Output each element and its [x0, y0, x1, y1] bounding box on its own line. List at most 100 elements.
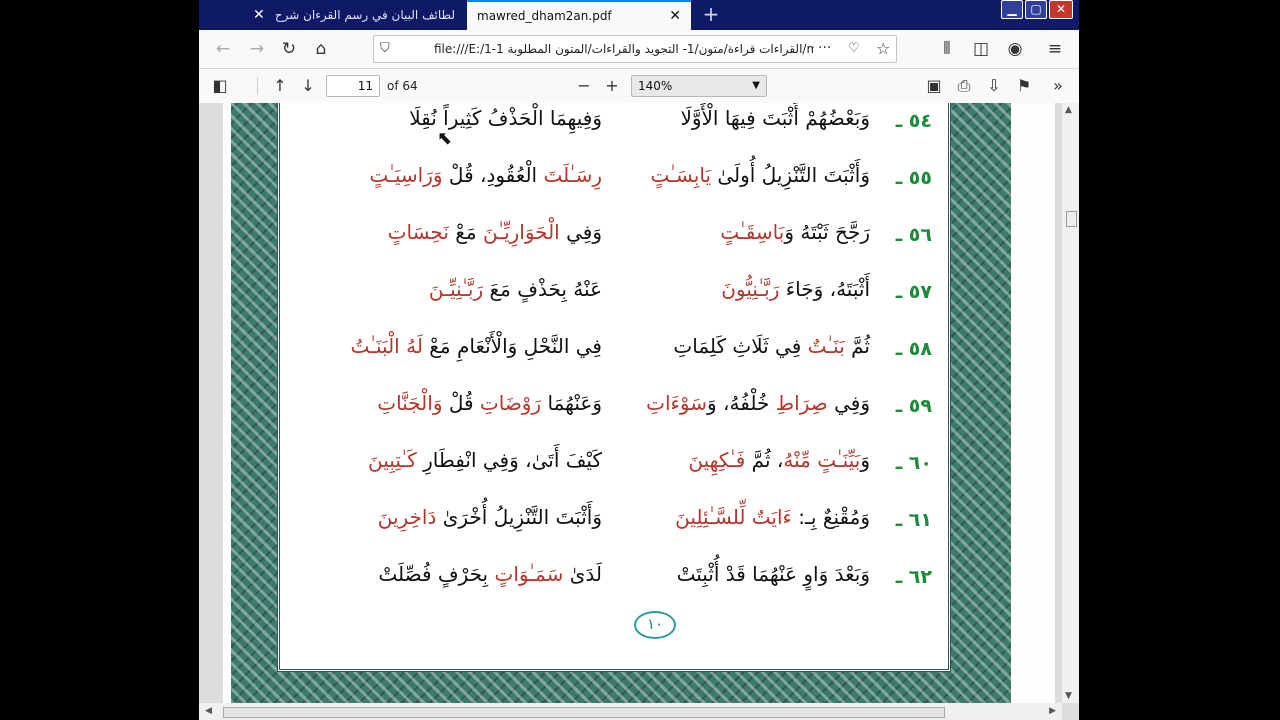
- scroll-thumb[interactable]: [1066, 211, 1077, 227]
- verse-text: وَبَعْضُهُمْ أَثْبَتَ فِيهَا الْأَوَّلَا: [680, 106, 870, 130]
- shield-icon[interactable]: ⛉: [380, 41, 390, 56]
- verse-first-hemistich: وَمُقْنِعٌ بِـ: ءَايَتٌ لِّلسَّـٰئِلِينَ: [630, 505, 870, 529]
- library-icon[interactable]: ⫴: [933, 36, 961, 62]
- browser-window: لطائف البيان في رسم القرءان شرح مورد ✕ m…: [199, 0, 1079, 720]
- home-icon[interactable]: ⌂: [307, 36, 335, 62]
- presentation-mode-icon[interactable]: ▣: [921, 73, 947, 99]
- verse-text: قُلْ: [442, 391, 480, 415]
- zoom-value: 140%: [638, 79, 673, 93]
- pocket-icon[interactable]: ♡: [848, 41, 860, 56]
- verse-line: ٦١ ـ وَمُقْنِعٌ بِـ: ءَايَتٌ لِّلسَّـٰئِل…: [280, 505, 948, 545]
- tab-mawred-pdf[interactable]: mawred_dham2an.pdf ✕: [467, 0, 691, 30]
- zoom-in-plus-icon[interactable]: +: [599, 73, 625, 99]
- highlighted-word: رَبَّـٰنِيُّونَ: [721, 277, 780, 301]
- sidebar-toggle-icon[interactable]: ◧: [207, 73, 233, 99]
- verse-second-hemistich: وَأَثْبَتَ التَّنْزِيلُ أُخْرَىٰ دَاخِرِ…: [340, 505, 602, 529]
- navigation-toolbar: ← → ↻ ⌂ ⛉ file:///E:/1-1 القراءات قراءة/…: [199, 30, 1079, 69]
- verse-first-hemistich: رَجَّحَ ثَبْتَهُ وَبَاسِقَـٰتٍ: [630, 220, 870, 244]
- highlighted-word: بَيِّنَـٰتٍ مِّنْهُ: [783, 448, 861, 472]
- forward-arrow-icon[interactable]: →: [243, 36, 271, 62]
- verse-second-hemistich: لَدَىٰ سَمَـٰوَاتٍ بِحَرْفٍ فُصِّلَتْ: [340, 562, 602, 586]
- account-icon[interactable]: ◉: [1001, 36, 1029, 62]
- scroll-up-arrow-icon[interactable]: ▲: [1065, 105, 1072, 115]
- page-number-badge: ١٠: [634, 611, 676, 639]
- scroll-right-arrow-icon[interactable]: ▶: [1049, 706, 1056, 716]
- verse-line: ٥٥ ـ وَأَثْبَتَ التَّنْزِيلُ أُولَىٰ يَاب…: [280, 163, 948, 203]
- tab-label: لطائف البيان في رسم القرءان شرح مورد: [273, 8, 455, 22]
- verse-text: وَأَثْبَتَ التَّنْزِيلُ أُولَىٰ: [711, 163, 870, 187]
- highlighted-word: صِرَاطِ: [775, 391, 828, 415]
- verse-first-hemistich: وَبَيِّنَـٰتٍ مِّنْهُ، ثُمَّ فَـٰكِهِينَ: [630, 448, 870, 472]
- verse-second-hemistich: وَعَنْهُمَا رَوْضَاتِ قُلْ وَالْجَنَّاتِ: [340, 391, 602, 415]
- page-number-input[interactable]: 11: [326, 75, 380, 97]
- vertical-scrollbar[interactable]: ▲ ▼: [1062, 103, 1079, 703]
- tab-lataif-albayan[interactable]: لطائف البيان في رسم القرءان شرح مورد ✕: [243, 0, 465, 30]
- highlighted-word: دَاخِرِينَ: [377, 505, 437, 529]
- chevron-down-icon: ▼: [752, 80, 760, 91]
- verse-number: ٦٢ ـ: [895, 566, 932, 588]
- verse-number: ٦١ ـ: [895, 509, 932, 531]
- url-bar[interactable]: ⛉ file:///E:/1-1 القراءات قراءة/متون/1- …: [373, 35, 897, 63]
- verse-text: فِي النَّحْلِ وَالْأَنْعَامِ مَعْ: [422, 334, 602, 358]
- pdf-page: ٥٤ ـ وَبَعْضُهُمْ أَثْبَتَ فِيهَا الْأَوَ…: [223, 103, 1055, 713]
- save-download-icon[interactable]: ⇩: [981, 73, 1007, 99]
- menu-hamburger-icon[interactable]: ≡: [1041, 36, 1069, 62]
- highlighted-word: وَالْجَنَّاتِ: [377, 391, 443, 415]
- maximize-icon[interactable]: ▢: [1025, 0, 1047, 19]
- highlighted-word: رِسَـٰلَتَ: [543, 163, 602, 187]
- verse-text: وَفِي: [559, 220, 602, 244]
- verse-text: لَدَىٰ: [563, 562, 602, 586]
- verse-first-hemistich: أَثْبَتَهُ، وَجَاءَ رَبَّـٰنِيُّونَ: [630, 277, 870, 301]
- reload-icon[interactable]: ↻: [275, 36, 303, 62]
- verse-text: بِحَرْفٍ فُصِّلَتْ: [378, 562, 495, 586]
- highlighted-word: بَاسِقَـٰتٍ: [720, 220, 785, 244]
- verse-text: عَنْهُ بِحَذْفٍ مَعَ: [483, 277, 602, 301]
- verse-text: وَفِي: [827, 391, 870, 415]
- new-tab-plus-icon[interactable]: +: [699, 3, 723, 27]
- verse-text: وَعَنْهُمَا: [541, 391, 602, 415]
- bookmark-icon[interactable]: ⚑: [1011, 73, 1037, 99]
- zoom-select[interactable]: 140% ▼: [631, 75, 767, 97]
- toolbar-divider: [257, 77, 258, 95]
- verse-text: كَيْفَ أَتَىٰ، وَفِي انْفِطَارِ: [416, 448, 602, 472]
- scroll-down-arrow-icon[interactable]: ▼: [1065, 691, 1072, 701]
- verse-text: رَجَّحَ ثَبْتَهُ وَ: [784, 220, 870, 244]
- highlighted-word: فَـٰكِهِينَ: [688, 448, 746, 472]
- verse-text: وَأَثْبَتَ التَّنْزِيلُ أُخْرَىٰ: [436, 505, 602, 529]
- highlighted-word: يَابِسَـٰتٍ: [650, 163, 712, 187]
- page-actions-more[interactable]: ···: [818, 40, 831, 56]
- scroll-left-arrow-icon[interactable]: ◀: [205, 706, 212, 716]
- next-page-arrow-icon[interactable]: ↓: [295, 73, 321, 99]
- minimize-icon[interactable]: ▁: [1001, 0, 1023, 19]
- pdf-viewer[interactable]: ٥٤ ـ وَبَعْضُهُمْ أَثْبَتَ فِيهَا الْأَوَ…: [199, 103, 1079, 720]
- verse-text: الْعُقُودِ، قُلْ: [442, 163, 544, 187]
- page-count: of 64: [387, 79, 418, 93]
- verse-second-hemistich: كَيْفَ أَتَىٰ، وَفِي انْفِطَارِ كَـٰتِبِ…: [340, 448, 602, 472]
- zoom-out-minus-icon[interactable]: −: [571, 73, 597, 99]
- verse-number: ٥٥ ـ: [895, 167, 932, 189]
- sidebar-icon[interactable]: ◫: [967, 36, 995, 62]
- bookmark-star-icon[interactable]: ☆: [876, 39, 890, 58]
- url-text[interactable]: file:///E:/1-1 القراءات قراءة/متون/1- ال…: [434, 42, 814, 56]
- verse-second-hemistich: وَفِيهِمَا الْحَذْفُ كَثِيراً نُقِلَا: [340, 106, 602, 130]
- verse-second-hemistich: فِي النَّحْلِ وَالْأَنْعَامِ مَعْ لَهُ ا…: [340, 334, 602, 358]
- tab-bar: لطائف البيان في رسم القرءان شرح مورد ✕ m…: [199, 0, 1079, 30]
- verse-first-hemistich: وَبَعْضُهُمْ أَثْبَتَ فِيهَا الْأَوَّلَا: [630, 106, 870, 130]
- scroll-thumb[interactable]: [223, 707, 945, 718]
- horizontal-scrollbar[interactable]: ◀ ▶: [199, 703, 1062, 720]
- back-arrow-icon[interactable]: ←: [209, 36, 237, 62]
- tab-label: mawred_dham2an.pdf: [477, 9, 612, 23]
- text-area: ٥٤ ـ وَبَعْضُهُمْ أَثْبَتَ فِيهَا الْأَوَ…: [277, 103, 951, 672]
- highlighted-word: سَمَـٰوَاتٍ: [494, 562, 564, 586]
- previous-page-arrow-icon[interactable]: ↑: [267, 73, 293, 99]
- close-icon[interactable]: ✕: [669, 8, 681, 24]
- highlighted-word: كَـٰتِبِينَ: [368, 448, 417, 472]
- highlighted-word: لَهُ الْبَنَـٰتُ: [350, 334, 423, 358]
- print-icon[interactable]: ⎙: [951, 73, 977, 99]
- verse-text: خُلْفُهُ، وَ: [707, 391, 776, 415]
- tools-double-chevron-icon[interactable]: »: [1045, 73, 1071, 99]
- window-close-icon[interactable]: ✕: [1049, 0, 1073, 19]
- close-icon[interactable]: ✕: [253, 7, 265, 23]
- ornamental-border: ٥٤ ـ وَبَعْضُهُمْ أَثْبَتَ فِيهَا الْأَوَ…: [231, 103, 1011, 703]
- verse-first-hemistich: وَفِي صِرَاطِ خُلْفُهُ، وَسَوْءَاتِ: [630, 391, 870, 415]
